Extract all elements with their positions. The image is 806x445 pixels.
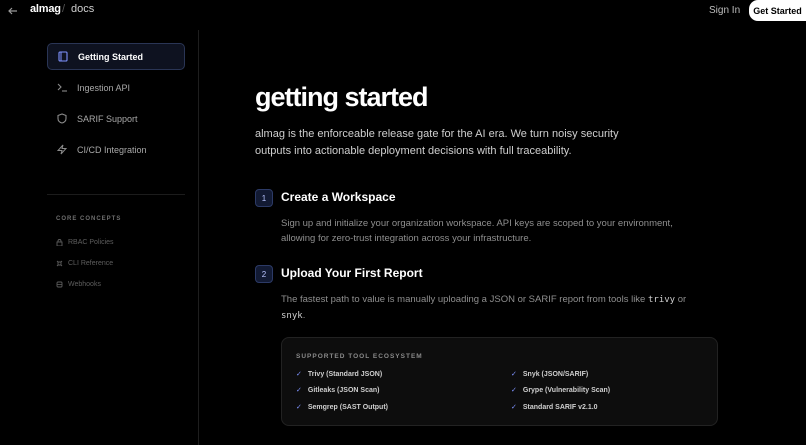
tool-label: Semgrep (SAST Output) [307, 403, 388, 411]
sidebar-item-label: Getting Started [78, 51, 144, 62]
command-icon [56, 260, 63, 267]
core-concepts-heading: CORE CONCEPTS [56, 216, 122, 222]
shield-icon [56, 113, 68, 125]
concept-label: Webhooks [68, 280, 101, 288]
concept-webhooks[interactable]: Webhooks [56, 279, 101, 289]
step-number-badge: 2 [255, 265, 273, 283]
webhook-icon [56, 281, 63, 288]
tool-label: Snyk (JSON/SARIF) [522, 370, 589, 378]
tool-label: Standard SARIF v2.1.0 [522, 403, 598, 411]
step-description: The fastest path to value is manually up… [281, 292, 701, 324]
step-text: The fastest path to value is manually up… [281, 294, 648, 305]
book-icon [57, 51, 69, 63]
lock-icon [56, 238, 63, 246]
step-title: Create a Workspace [281, 190, 396, 204]
check-icon: ✓ [296, 371, 302, 378]
concept-rbac-policies[interactable]: RBAC Policies [56, 237, 114, 247]
code-snyk: snyk [281, 311, 303, 321]
breadcrumb-separator: / [62, 3, 66, 15]
check-icon: ✓ [511, 404, 517, 411]
tool-item: ✓ Standard SARIF v2.1.0 [511, 403, 598, 412]
breadcrumb-docs[interactable]: docs [71, 3, 94, 15]
tool-label: Grype (Vulnerability Scan) [522, 386, 611, 394]
concept-label: RBAC Policies [68, 238, 114, 246]
ecosystem-heading: SUPPORTED TOOL ECOSYSTEM [296, 353, 423, 360]
sidebar-item-sarif-support[interactable]: SARIF Support [47, 105, 185, 132]
sidebar-item-label: CI/CD Integration [77, 144, 147, 155]
step-text: . [302, 310, 306, 321]
tool-item: ✓ Grype (Vulnerability Scan) [511, 386, 611, 395]
tool-label: Trivy (Standard JSON) [307, 370, 383, 378]
tool-item: ✓ Snyk (JSON/SARIF) [511, 370, 589, 379]
terminal-icon [56, 82, 68, 94]
page-title: getting started [255, 82, 429, 112]
tool-label: Gitleaks (JSON Scan) [307, 386, 380, 394]
step-number-badge: 1 [255, 189, 273, 207]
code-trivy: trivy [647, 295, 676, 305]
main-content: getting started almag is the enforceable… [200, 30, 806, 445]
sidebar-item-label: SARIF Support [77, 113, 138, 124]
sidebar-item-label: Ingestion API [77, 82, 131, 93]
tool-item: ✓ Gitleaks (JSON Scan) [296, 386, 380, 395]
tool-item: ✓ Semgrep (SAST Output) [296, 403, 388, 412]
step-description: Sign up and initialize your organization… [281, 218, 673, 244]
top-bar: almag / docs Sign In Get Started [0, 0, 806, 22]
check-icon: ✓ [296, 404, 302, 411]
lightning-icon [56, 144, 68, 156]
get-started-button[interactable]: Get Started [749, 0, 806, 21]
sidebar-item-getting-started[interactable]: Getting Started [47, 43, 185, 70]
check-icon: ✓ [511, 387, 517, 394]
sidebar-item-ingestion-api[interactable]: Ingestion API [47, 74, 185, 101]
step-title: Upload Your First Report [281, 266, 423, 280]
sign-in-link[interactable]: Sign In [709, 5, 740, 16]
lead-paragraph: almag is the enforceable release gate fo… [255, 128, 619, 157]
tool-item: ✓ Trivy (Standard JSON) [296, 370, 383, 379]
step-text: or [675, 294, 687, 305]
brand-logo[interactable]: almag [30, 3, 61, 15]
concept-label: CLI Reference [68, 259, 114, 267]
tool-ecosystem-card: SUPPORTED TOOL ECOSYSTEM ✓ Trivy (Standa… [281, 337, 718, 426]
sidebar-item-cicd-integration[interactable]: CI/CD Integration [47, 136, 185, 163]
check-icon: ✓ [296, 387, 302, 394]
arrow-left-icon[interactable] [6, 4, 20, 18]
check-icon: ✓ [511, 371, 517, 378]
sidebar-divider [47, 194, 185, 195]
concept-cli-reference[interactable]: CLI Reference [56, 258, 113, 268]
